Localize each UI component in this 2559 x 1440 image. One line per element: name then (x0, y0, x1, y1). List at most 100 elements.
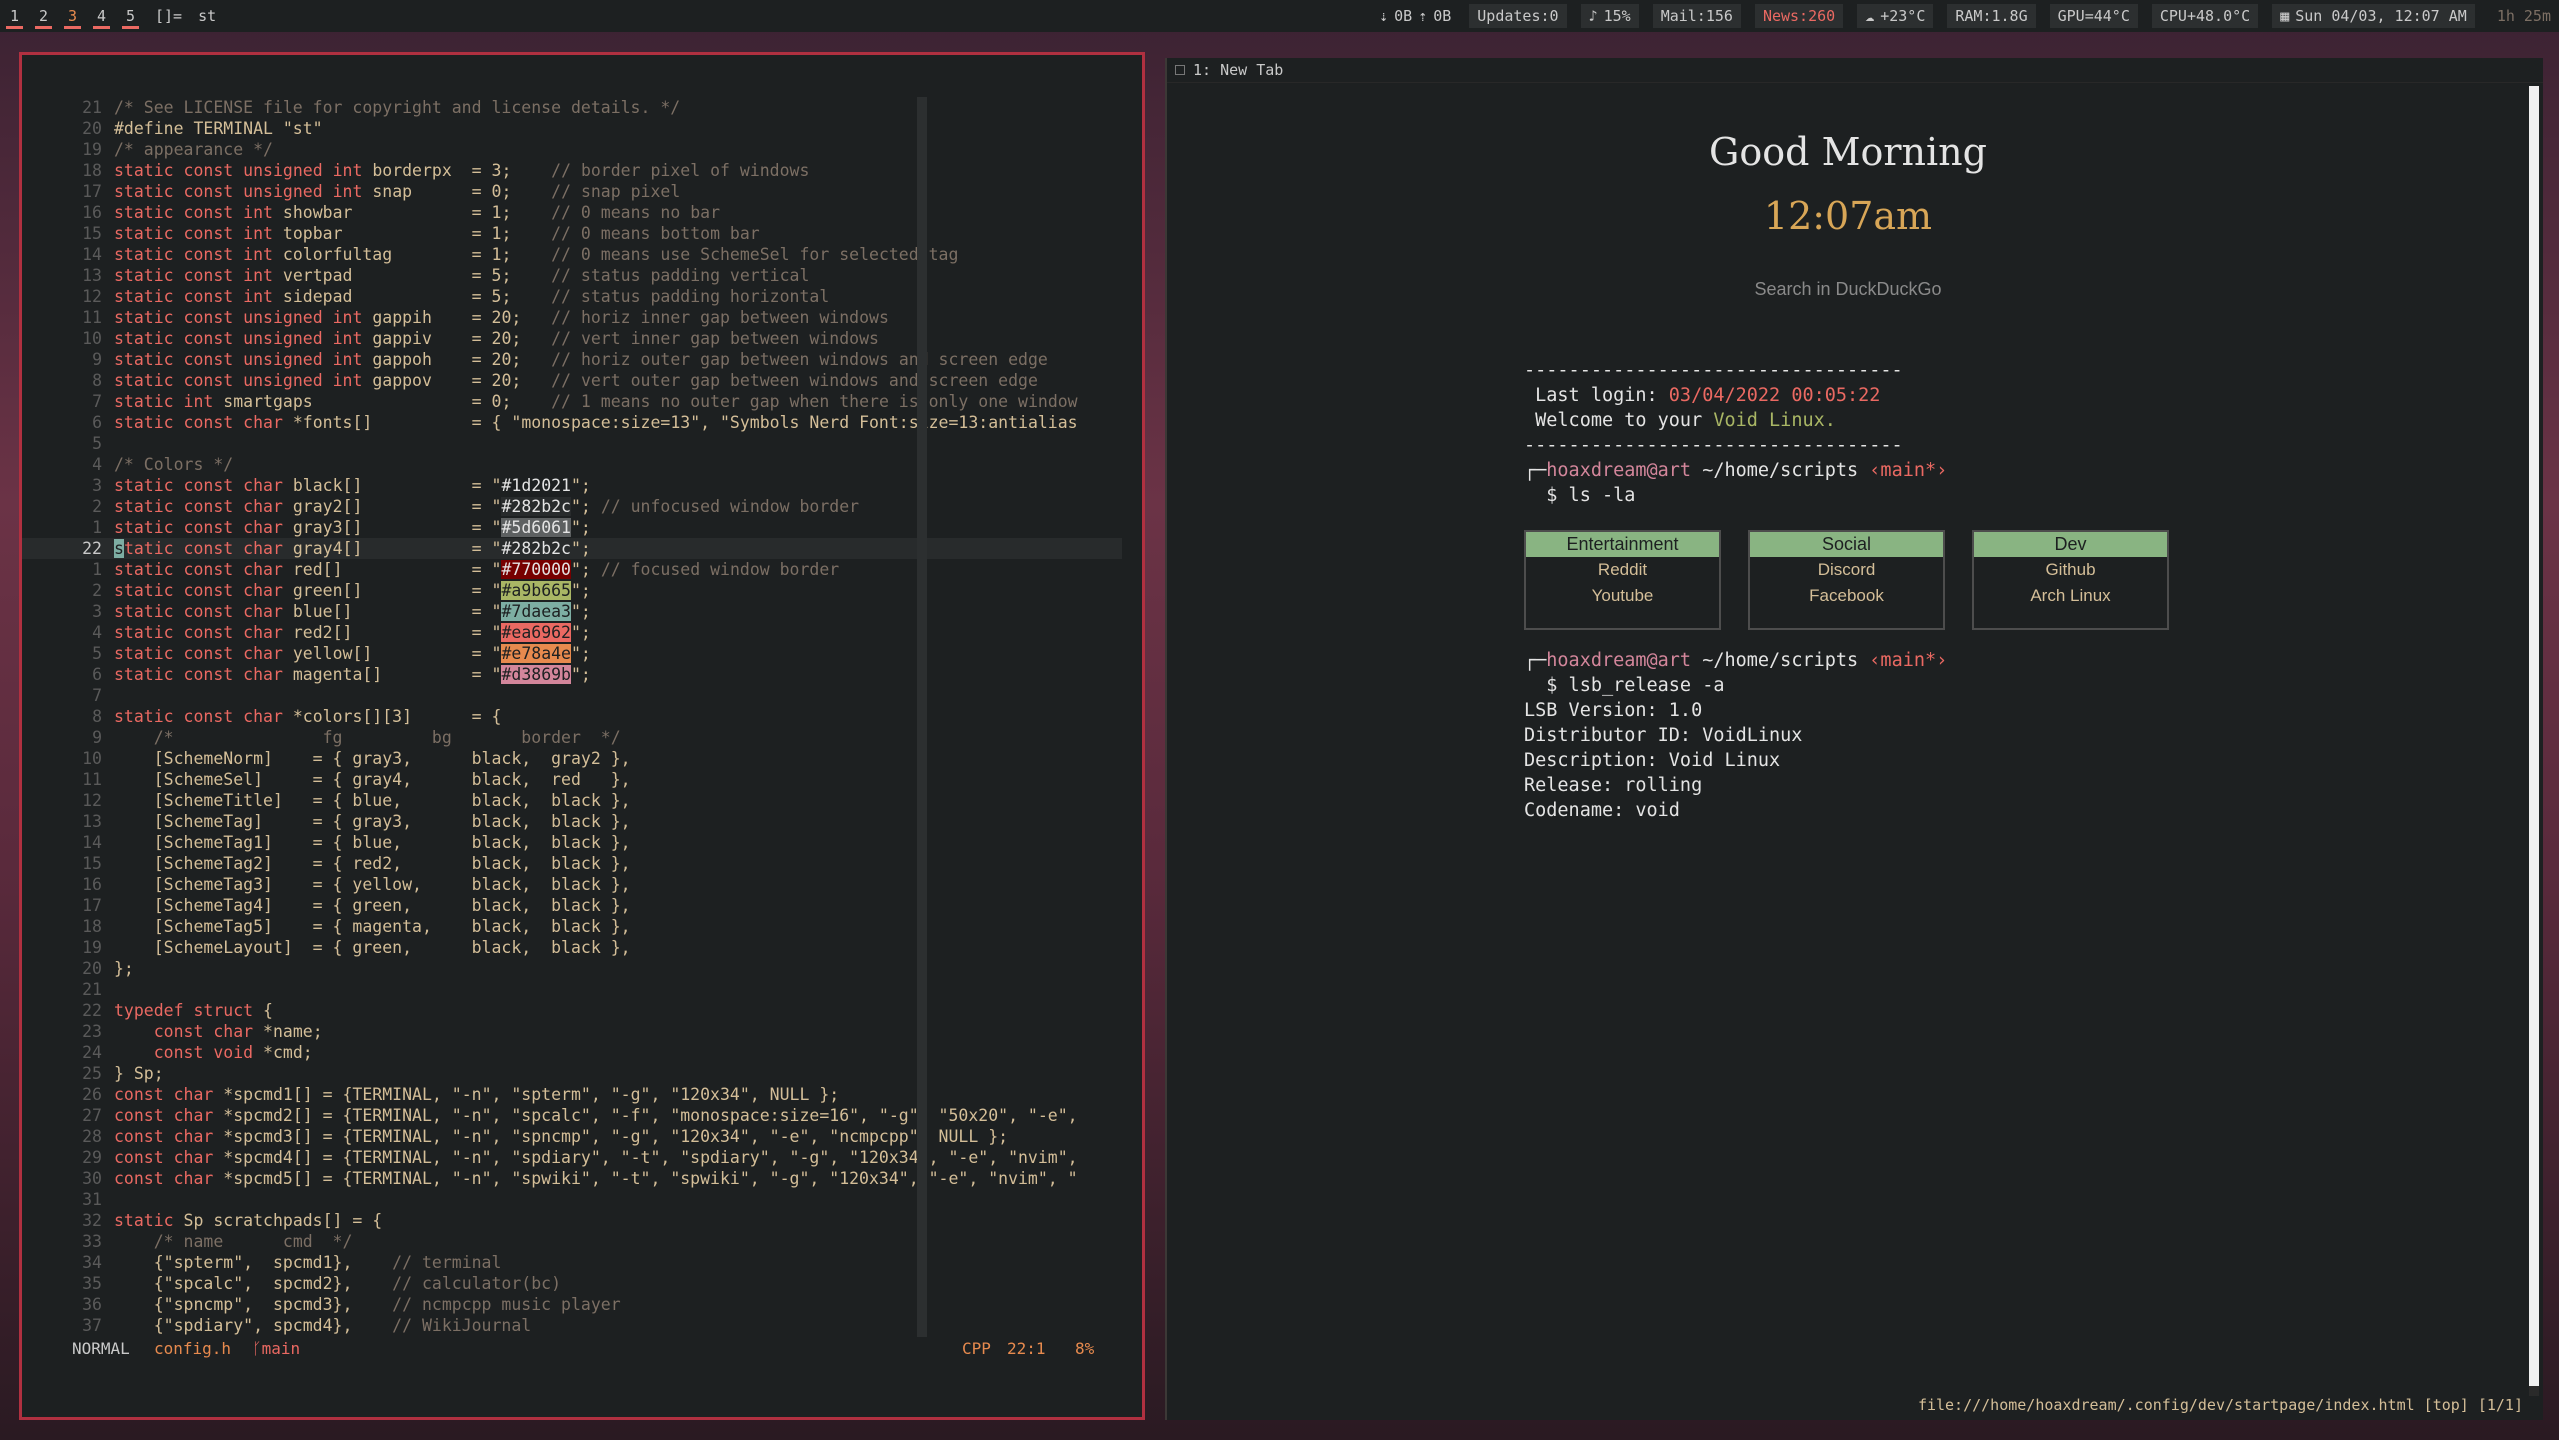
tag-5[interactable]: 5 (116, 0, 145, 32)
code-view[interactable]: 21/* See LICENSE file for copyright and … (22, 97, 1122, 1336)
code-line[interactable]: 11 static const unsigned int gappih = 20;… (22, 307, 1122, 328)
code-line[interactable]: 14 static const int colorfultag = 1; // 0… (22, 244, 1122, 265)
code-line[interactable]: 4 static const char red2[] = "#ea6962"; (22, 622, 1122, 643)
card-social: Social Discord Facebook (1748, 530, 1945, 630)
link-youtube[interactable]: Youtube (1526, 583, 1719, 609)
code-line[interactable]: 7 static int smartgaps = 0; // 1 means no… (22, 391, 1122, 412)
code-line[interactable]: 9 static const unsigned int gappoh = 20; … (22, 349, 1122, 370)
browser-window[interactable]: 1: New Tab Good Morning 12:07am Search i… (1165, 58, 2543, 1420)
code-line[interactable]: 6 static const char magenta[] = "#d3869b"… (22, 664, 1122, 685)
line-text: const char *spcmd1[] = {TERMINAL, "-n", … (114, 1085, 840, 1104)
tag-3[interactable]: 3 (58, 0, 87, 32)
code-line[interactable]: 20 #define TERMINAL "st" (22, 118, 1122, 139)
code-line[interactable]: 20}; (22, 958, 1122, 979)
line-number: 21 (82, 98, 102, 117)
code-line[interactable]: 36 {"spncmp", spcmd3}, // ncmpcpp music … (22, 1294, 1122, 1315)
code-line[interactable]: 21 (22, 979, 1122, 1000)
link-github[interactable]: Github (1974, 557, 2167, 583)
code-line[interactable]: 24 const void *cmd; (22, 1042, 1122, 1063)
tag-2[interactable]: 2 (29, 0, 58, 32)
vim-cursor-position: 22:1 (1007, 1339, 1046, 1358)
code-line[interactable]: 26 const char *spcmd1[] = {TERMINAL, "-n"… (22, 1084, 1122, 1105)
line-number: 26 (82, 1085, 102, 1104)
code-line[interactable]: 30 const char *spcmd5[] = {TERMINAL, "-n"… (22, 1168, 1122, 1189)
code-line[interactable]: 32 static Sp scratchpads[] = { (22, 1210, 1122, 1231)
code-line[interactable]: 8 static const unsigned int gappov = 20; … (22, 370, 1122, 391)
search-input[interactable]: Search in DuckDuckGo (1167, 279, 2529, 300)
vim-window[interactable]: 21/* See LICENSE file for copyright and … (19, 52, 1145, 1420)
code-line[interactable]: 19 [SchemeLayout] = { green, black, blac… (22, 937, 1122, 958)
code-line[interactable]: 10 [SchemeNorm] = { gray3, black, gray2 … (22, 748, 1122, 769)
line-number: 31 (82, 1190, 102, 1209)
code-line[interactable]: 3 static const char blue[] = "#7daea3"; (22, 601, 1122, 622)
link-arch-linux[interactable]: Arch Linux (1974, 583, 2167, 609)
line-text: [SchemeLayout] = { green, black, black }… (114, 938, 631, 957)
code-line[interactable]: 18 static const unsigned int borderpx = 3… (22, 160, 1122, 181)
vim-scrollbar[interactable] (917, 97, 927, 1337)
scrollbar-thumb[interactable] (2529, 86, 2539, 1386)
link-facebook[interactable]: Facebook (1750, 583, 1943, 609)
code-line[interactable]: 33 /* name cmd */ (22, 1231, 1122, 1252)
code-line[interactable]: 19 /* appearance */ (22, 139, 1122, 160)
line-number: 16 (82, 875, 102, 894)
code-line[interactable]: 1 static const char red[] = "#770000"; //… (22, 559, 1122, 580)
code-line[interactable]: 9 /* fg bg border */ (22, 727, 1122, 748)
code-line[interactable]: 7 (22, 685, 1122, 706)
line-text: #define TERMINAL "st" (114, 119, 323, 138)
code-line[interactable]: 4 /* Colors */ (22, 454, 1122, 475)
code-line[interactable]: 16 [SchemeTag3] = { yellow, black, black… (22, 874, 1122, 895)
code-line[interactable]: 31 (22, 1189, 1122, 1210)
code-line[interactable]: 34 {"spterm", spcmd1}, // terminal (22, 1252, 1122, 1273)
code-line[interactable]: 2 static const char green[] = "#a9b665"; (22, 580, 1122, 601)
line-number: 29 (82, 1148, 102, 1167)
code-line[interactable]: 21 /* See LICENSE file for copyright and … (22, 97, 1122, 118)
code-line[interactable]: 11 [SchemeSel] = { gray4, black, red }, (22, 769, 1122, 790)
link-discord[interactable]: Discord (1750, 557, 1943, 583)
code-line[interactable]: 17 [SchemeTag4] = { green, black, black … (22, 895, 1122, 916)
code-line[interactable]: 22 typedef struct { (22, 1000, 1122, 1021)
code-line[interactable]: 37 {"spdiary", spcmd4}, // WikiJournal (22, 1315, 1122, 1336)
browser-scrollbar[interactable] (2529, 86, 2539, 1396)
code-line[interactable]: 17 static const unsigned int snap = 0; //… (22, 181, 1122, 202)
code-line[interactable]: 35 {"spcalc", spcmd2}, // calculator(bc) (22, 1273, 1122, 1294)
code-line[interactable]: 13 [SchemeTag] = { gray3, black, black }… (22, 811, 1122, 832)
line-text: /* appearance */ (114, 140, 273, 159)
speaker-icon: ♪ (1588, 7, 1598, 25)
code-line[interactable]: 12 [SchemeTitle] = { blue, black, black … (22, 790, 1122, 811)
prompt-user: hoaxdream@art (1546, 650, 1692, 671)
link-reddit[interactable]: Reddit (1526, 557, 1719, 583)
code-line[interactable]: 13 static const int vertpad = 5; // statu… (22, 265, 1122, 286)
status-blocks: ⇣ 0B ⇡ 0B Updates:0 ♪ 15% Mail:156 News:260 … (1365, 0, 2559, 32)
code-line[interactable]: 12 static const int sidepad = 5; // statu… (22, 286, 1122, 307)
startpage-terminal-2: ┌─hoaxdream@art ~/home/scripts ‹main*› $… (1524, 648, 1947, 823)
last-login-line: Last login: 03/04/2022 00:05:22 (1524, 383, 1947, 408)
code-line[interactable]: 8 static const char *colors[][3] = { (22, 706, 1122, 727)
code-line[interactable]: 22 static const char gray4[] = "#282b2c"; (22, 538, 1122, 559)
line-text: static const char blue[] = "#7daea3"; (114, 602, 591, 621)
tag-1[interactable]: 1 (0, 0, 29, 32)
tab-new-tab[interactable]: 1: New Tab (1193, 58, 1283, 83)
code-line[interactable]: 3 static const char black[] = "#1d2021"; (22, 475, 1122, 496)
code-line[interactable]: 25} Sp; (22, 1063, 1122, 1084)
code-line[interactable]: 28 const char *spcmd3[] = {TERMINAL, "-n"… (22, 1126, 1122, 1147)
code-line[interactable]: 10 static const unsigned int gappiv = 20;… (22, 328, 1122, 349)
code-line[interactable]: 29 const char *spcmd4[] = {TERMINAL, "-n"… (22, 1147, 1122, 1168)
code-line[interactable]: 14 [SchemeTag1] = { blue, black, black }… (22, 832, 1122, 853)
code-line[interactable]: 27 const char *spcmd2[] = {TERMINAL, "-n"… (22, 1105, 1122, 1126)
code-line[interactable]: 15 [SchemeTag2] = { red2, black, black }… (22, 853, 1122, 874)
code-line[interactable]: 5 static const char yellow[] = "#e78a4e"; (22, 643, 1122, 664)
code-line[interactable]: 15 static const int topbar = 1; // 0 mean… (22, 223, 1122, 244)
code-line[interactable]: 6 static const char *fonts[] = { "monospa… (22, 412, 1122, 433)
code-line[interactable]: 18 [SchemeTag5] = { magenta, black, blac… (22, 916, 1122, 937)
code-line[interactable]: 2 static const char gray2[] = "#282b2c"; … (22, 496, 1122, 517)
code-line[interactable]: 1 static const char gray3[] = "#5d6061"; (22, 517, 1122, 538)
card-title: Dev (1974, 532, 2167, 557)
code-line[interactable]: 5 (22, 433, 1122, 454)
code-line[interactable]: 16 static const int showbar = 1; // 0 mea… (22, 202, 1122, 223)
tag-4[interactable]: 4 (87, 0, 116, 32)
card-entertainment: Entertainment Reddit Youtube (1524, 530, 1721, 630)
clock: 12:07am (1763, 194, 1933, 238)
code-line[interactable]: 23 const char *name; (22, 1021, 1122, 1042)
tag-label: 4 (96, 7, 107, 25)
layout-indicator[interactable]: []= (155, 7, 182, 25)
